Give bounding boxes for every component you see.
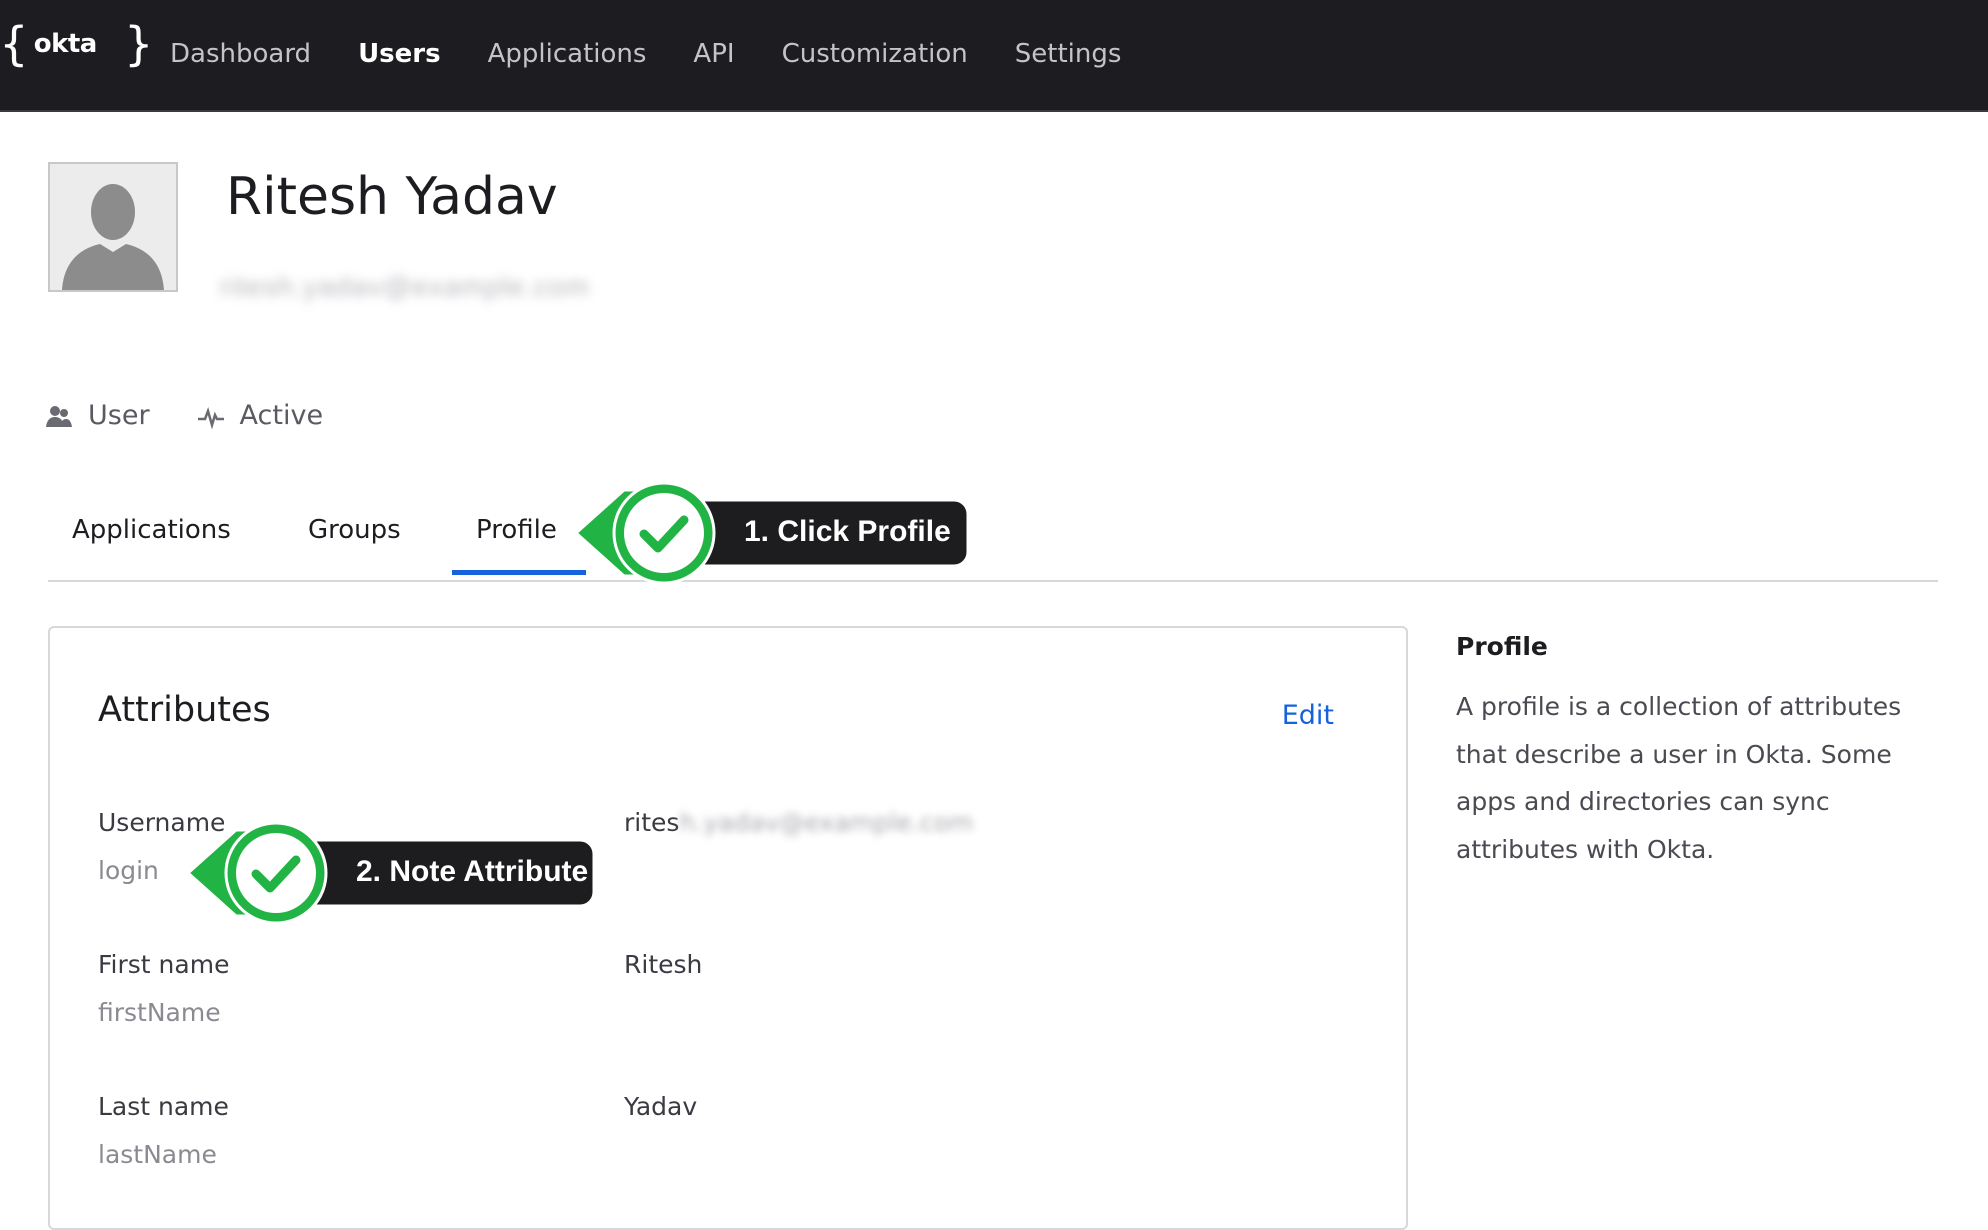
attributes-title: Attributes <box>98 690 271 730</box>
nav-item-users[interactable]: Users <box>358 34 441 74</box>
tab-applications[interactable]: Applications <box>72 506 231 580</box>
attribute-label: First name <box>98 950 230 979</box>
attribute-value: ritesh.yadav@example.com <box>624 808 973 837</box>
tab-groups[interactable]: Groups <box>308 506 401 580</box>
help-body: A profile is a collection of attributes … <box>1456 692 1902 864</box>
edit-attributes-link[interactable]: Edit <box>1282 700 1334 731</box>
user-status-label: Active <box>239 400 324 431</box>
nav-item-dashboard[interactable]: Dashboard <box>170 34 311 74</box>
okta-logo[interactable]: { okta } <box>0 14 153 74</box>
avatar <box>48 162 178 292</box>
tab-profile[interactable]: Profile <box>476 506 557 580</box>
logo-brace-left: { <box>0 17 28 71</box>
user-email-redacted: ritesh.yadav@example.com <box>220 271 590 302</box>
attribute-value-prefix: rites <box>624 808 680 837</box>
attribute-key: login <box>98 856 159 885</box>
attributes-card: Attributes Edit Username login ritesh.ya… <box>48 626 1408 1230</box>
logo-brace-right: } <box>124 17 153 71</box>
nav-item-customization[interactable]: Customization <box>782 34 968 74</box>
profile-help-panel: Profile A profile is a collection of att… <box>1456 626 1936 873</box>
top-nav-bar: { okta } Dashboard Users Applications AP… <box>0 0 1988 112</box>
nav-item-applications[interactable]: Applications <box>488 34 647 74</box>
nav-item-settings[interactable]: Settings <box>1015 34 1122 74</box>
user-type: User <box>44 400 150 431</box>
callout-label: 2. Note Attribute <box>356 855 589 888</box>
attribute-label: Last name <box>98 1092 229 1121</box>
user-type-icon <box>46 405 72 427</box>
user-status: Active <box>196 400 324 431</box>
callout-label: 1. Click Profile <box>744 515 951 548</box>
help-title: Profile <box>1456 632 1548 661</box>
callout-note-attribute: 2. Note Attribute <box>184 818 614 928</box>
attribute-row-last-name: Last name lastName Yadav <box>98 1092 1298 1192</box>
attribute-value: Ritesh <box>624 950 703 979</box>
user-meta: User Active <box>44 400 369 431</box>
attribute-value: Yadav <box>624 1092 698 1121</box>
attribute-key: lastName <box>98 1140 217 1169</box>
logo-wordmark: okta <box>33 29 98 59</box>
user-type-label: User <box>88 400 150 431</box>
attribute-row-first-name: First name firstName Ritesh <box>98 950 1298 1050</box>
attribute-key: firstName <box>98 998 221 1027</box>
activity-pulse-icon <box>197 406 224 429</box>
attribute-value-redacted: h.yadav@example.com <box>679 808 974 837</box>
nav-item-api[interactable]: API <box>693 34 734 74</box>
active-tab-indicator <box>452 570 586 575</box>
main-nav: Dashboard Users Applications API Customi… <box>170 34 1168 74</box>
profile-tabs: Applications Groups Profile <box>48 506 1938 582</box>
user-silhouette-icon <box>50 164 176 290</box>
user-name-heading: Ritesh Yadav <box>226 167 558 227</box>
callout-click-profile: 1. Click Profile <box>572 478 972 588</box>
